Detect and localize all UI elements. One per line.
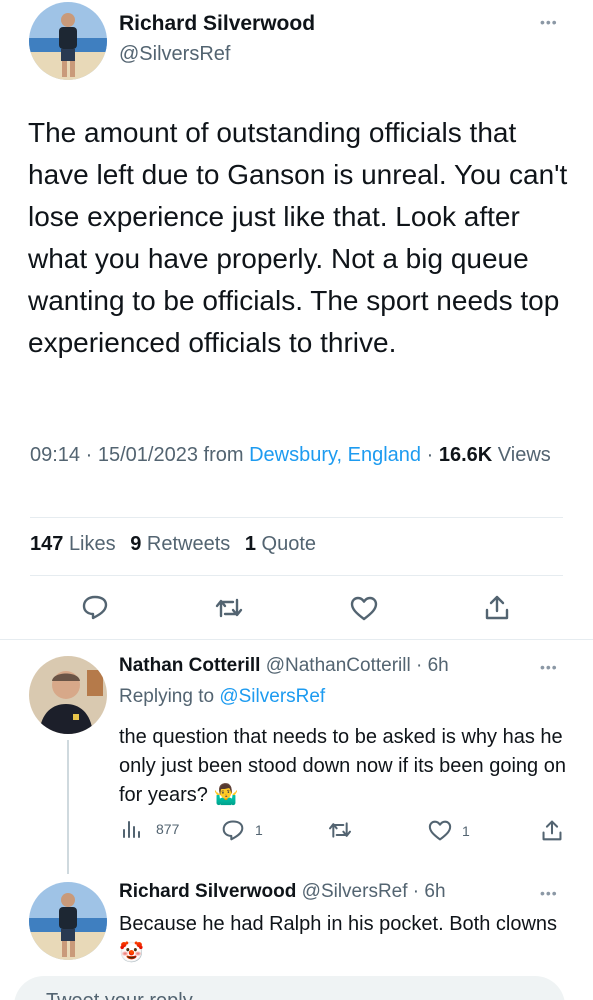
more-options-icon[interactable]: ••• [540, 14, 558, 30]
meta-separator: · [407, 881, 425, 902]
reply-icon[interactable] [81, 594, 109, 625]
like-button[interactable]: 1 [428, 820, 470, 842]
reply-button[interactable]: 1 [221, 819, 263, 841]
from-label: from [203, 444, 244, 466]
reply-avatar[interactable] [29, 656, 107, 734]
divider [30, 517, 563, 518]
reply-input-placeholder: Tweet your reply [46, 990, 193, 1000]
reply-handle[interactable]: @SilversRef [302, 881, 408, 902]
reply-input[interactable]: Tweet your reply [14, 976, 565, 1000]
reply-text: the question that needs to be asked is w… [119, 726, 566, 806]
more-options-icon[interactable]: ••• [540, 885, 558, 901]
thread-connector [67, 740, 69, 874]
views-label: Views [497, 444, 551, 466]
share-icon[interactable] [484, 593, 510, 626]
author-avatar[interactable] [29, 2, 107, 80]
reply-age[interactable]: 6h [428, 655, 449, 676]
share-icon [542, 820, 562, 841]
tweet-date[interactable]: 15/01/2023 [98, 444, 198, 466]
tweet-meta: 09:14 · 15/01/2023 from Dewsbury, Englan… [30, 440, 575, 470]
reply-author[interactable]: Nathan Cotterill @NathanCotterill · 6h [119, 655, 449, 677]
replying-prefix: Replying to [119, 686, 215, 707]
retweet-icon[interactable] [214, 596, 244, 625]
views-button[interactable]: 877 [121, 819, 179, 839]
reply-author[interactable]: Richard Silverwood @SilversRef · 6h [119, 881, 446, 903]
reply-age[interactable]: 6h [424, 881, 445, 902]
more-options-icon[interactable]: ••• [540, 659, 558, 675]
tweet-location-link[interactable]: Dewsbury, England [249, 444, 421, 466]
reply-handle[interactable]: @NathanCotterill [266, 655, 411, 676]
share-button[interactable] [541, 818, 563, 842]
divider [30, 575, 563, 576]
like-icon[interactable] [350, 596, 378, 627]
engagement-stats: 147 Likes 9 Retweets 1 Quote [30, 533, 316, 556]
author-handle[interactable]: @SilversRef [119, 43, 230, 66]
meta-separator: · [426, 444, 434, 466]
retweet-icon [329, 822, 351, 838]
meta-separator: · [410, 655, 428, 676]
meta-separator: · [85, 444, 93, 466]
tweet-text: The amount of outstanding officials that… [28, 117, 568, 358]
reply-text: Because he had Ralph in his pocket. Both… [119, 913, 558, 964]
views-count: 16.6K [438, 444, 493, 466]
reply-icon [222, 820, 244, 841]
replying-to-link[interactable]: @SilversRef [219, 686, 325, 707]
divider [0, 639, 593, 640]
likes-stat[interactable]: 147 Likes [30, 533, 116, 555]
retweet-button[interactable] [327, 820, 353, 840]
views-icon [123, 821, 140, 838]
reply-avatar[interactable] [29, 882, 107, 960]
tweet-time[interactable]: 09:14 [30, 444, 80, 466]
like-icon [428, 820, 452, 841]
quotes-stat[interactable]: 1 Quote [245, 533, 316, 555]
replying-to: Replying to @SilversRef [119, 686, 325, 708]
author-name[interactable]: Richard Silverwood [119, 12, 315, 36]
retweets-stat[interactable]: 9 Retweets [130, 533, 230, 555]
